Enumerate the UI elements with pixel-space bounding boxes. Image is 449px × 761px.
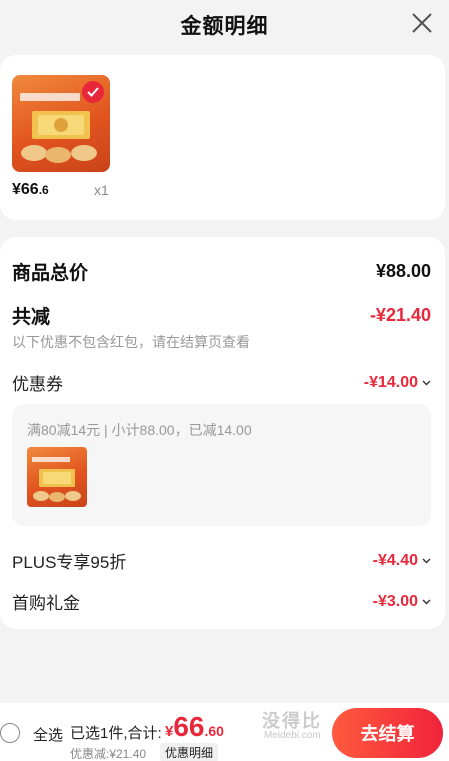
- coupon-label: 优惠券: [12, 375, 63, 394]
- coupon-desc: 满80减14元 | 小计88.00，已减14.00: [27, 422, 252, 438]
- select-all-label[interactable]: 全选: [33, 724, 63, 745]
- chevron-down-icon[interactable]: [422, 556, 431, 565]
- coupon-product-thumbnail: [27, 447, 87, 507]
- product-qty: x1: [94, 182, 109, 198]
- select-all-radio[interactable]: [0, 723, 20, 743]
- close-icon[interactable]: [411, 12, 433, 34]
- first-purchase-value-wrap: -¥3.00: [373, 593, 431, 611]
- total-row: 商品总价 ¥88.00: [12, 258, 431, 285]
- first-purchase-label: 首购礼金: [12, 594, 80, 613]
- product-thumbnail[interactable]: [12, 75, 110, 172]
- total-frac: .60: [204, 723, 224, 739]
- product-price: ¥66.6: [12, 181, 49, 199]
- checkout-bar: 全选 已选1件,合计: ¥ 66 .60 优惠减:¥21.40 优惠明细 去结算: [0, 703, 449, 761]
- discount-summary: 优惠减:¥21.40: [70, 747, 147, 761]
- chevron-down-icon[interactable]: [422, 597, 431, 606]
- total-currency: ¥: [165, 723, 174, 740]
- plus-row[interactable]: PLUS专享95折 -¥4.40: [12, 548, 431, 573]
- amount-detail-sheet: 金额明细 ¥66.6 x1 商品总价 ¥88.00 共减 -¥21.40 以下优…: [0, 0, 449, 761]
- chevron-down-icon[interactable]: [422, 378, 431, 387]
- plus-value: -¥4.40: [372, 551, 418, 569]
- coupon-detail-box: 满80减14元 | 小计88.00，已减14.00: [12, 404, 431, 526]
- coupon-value-wrap: -¥14.00: [364, 374, 431, 392]
- discount-note: 以下优惠不包含红包，请在结算页查看: [12, 334, 250, 350]
- total-int: 66: [173, 711, 205, 742]
- mooncake-box-image-small: [32, 457, 81, 502]
- reduce-label: 共减: [12, 307, 51, 328]
- coupon-value: -¥14.00: [363, 373, 418, 391]
- first-purchase-row[interactable]: 首购礼金 -¥3.00: [12, 589, 431, 614]
- sheet-header: 金额明细: [0, 0, 449, 50]
- selected-check-icon: [82, 81, 104, 103]
- discount-detail-link[interactable]: 优惠明细: [160, 743, 219, 761]
- watermark-url: Meidebi.com: [264, 730, 321, 741]
- product-price-frac: .6: [38, 183, 49, 197]
- checkout-button[interactable]: 去结算: [332, 708, 443, 758]
- total-amount: ¥ 66 .60: [165, 711, 224, 743]
- selected-count: 已选1件,合计:: [70, 725, 162, 742]
- plus-value-wrap: -¥4.40: [373, 552, 431, 570]
- sheet-title: 金额明细: [180, 15, 269, 38]
- reduce-value: -¥21.40: [369, 305, 431, 325]
- coupon-row[interactable]: 优惠券 -¥14.00: [12, 370, 431, 395]
- first-purchase-value: -¥3.00: [372, 592, 418, 610]
- product-price-int: ¥66: [12, 181, 39, 198]
- reduce-row: 共减 -¥21.40: [12, 302, 431, 329]
- total-value: ¥88.00: [375, 261, 431, 281]
- total-label: 商品总价: [12, 263, 89, 284]
- plus-label: PLUS专享95折: [12, 553, 127, 572]
